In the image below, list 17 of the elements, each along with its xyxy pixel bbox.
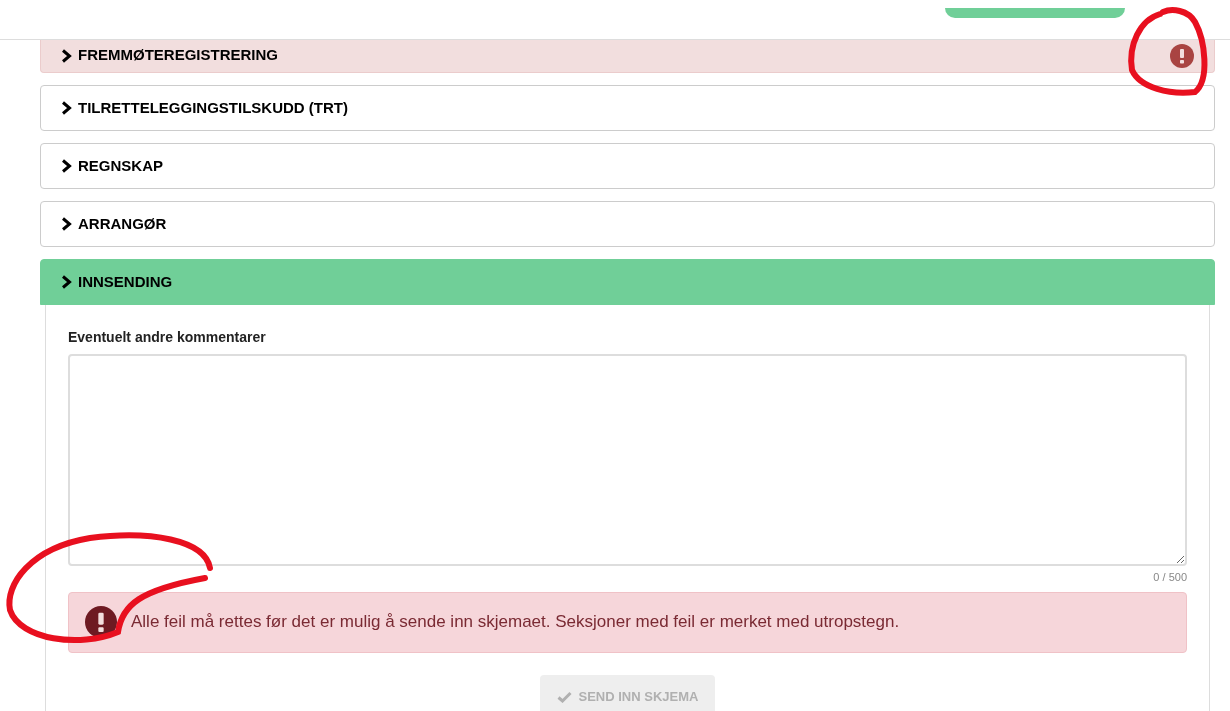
chevron-icon [61, 101, 72, 115]
chevron-icon [61, 48, 72, 63]
character-counter: 0 / 500 [1152, 570, 1187, 585]
chevron-icon [61, 159, 72, 173]
section-header[interactable]: REGNSKAP [40, 143, 1215, 189]
comment-field[interactable] [68, 354, 1187, 566]
section-header[interactable]: FREMMØTEREGISTRERING [40, 39, 1215, 73]
section-header[interactable]: ARRANGØR [40, 201, 1215, 247]
exclamation-icon [85, 606, 117, 638]
section-header[interactable]: TILRETTELEGGINGSTILSKUDD (TRT) [40, 85, 1215, 131]
section-header[interactable]: INNSENDING [40, 259, 1215, 305]
field-label: Eventuelt andre kommentarer [68, 328, 267, 347]
alert-text: Alle feil må rettes før det er mulig å sende inn skjemaet. Seksjoner med feil er merket med utropstegn. [131, 611, 900, 634]
chevron-icon [61, 275, 72, 289]
checkmark-icon [556, 690, 572, 703]
chevron-icon [61, 217, 72, 231]
exclamation-icon [1170, 43, 1194, 68]
